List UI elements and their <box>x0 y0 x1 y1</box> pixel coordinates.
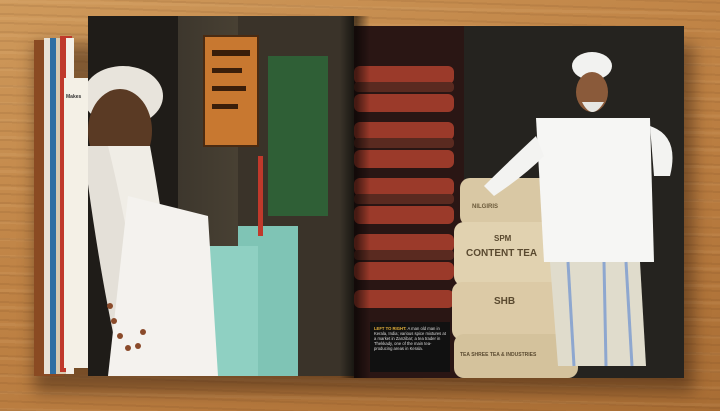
photo-caption: Left to right: A man old man in Kerala, … <box>374 326 448 351</box>
underpage-heading: Makes <box>66 94 82 100</box>
photograph-scene: Makes NILGIRIS SPM CONTENT TEA SHB TEA S… <box>0 0 720 411</box>
caption-box: Left to right: A man old man in Kerala, … <box>370 322 450 372</box>
left-page-photo-old-man <box>88 16 354 376</box>
sack-label: SHB <box>494 296 516 307</box>
sack-label: TEA SHREE TEA & INDUSTRIES <box>460 352 537 358</box>
sack-label: SPM <box>494 234 512 243</box>
sack-label: CONTENT TEA <box>466 248 538 259</box>
sack-label: NILGIRIS <box>472 204 499 210</box>
underlying-recipe-page: Makes <box>64 78 90 368</box>
book-gutter-shadow <box>340 16 370 378</box>
old-man-illustration <box>88 16 354 376</box>
